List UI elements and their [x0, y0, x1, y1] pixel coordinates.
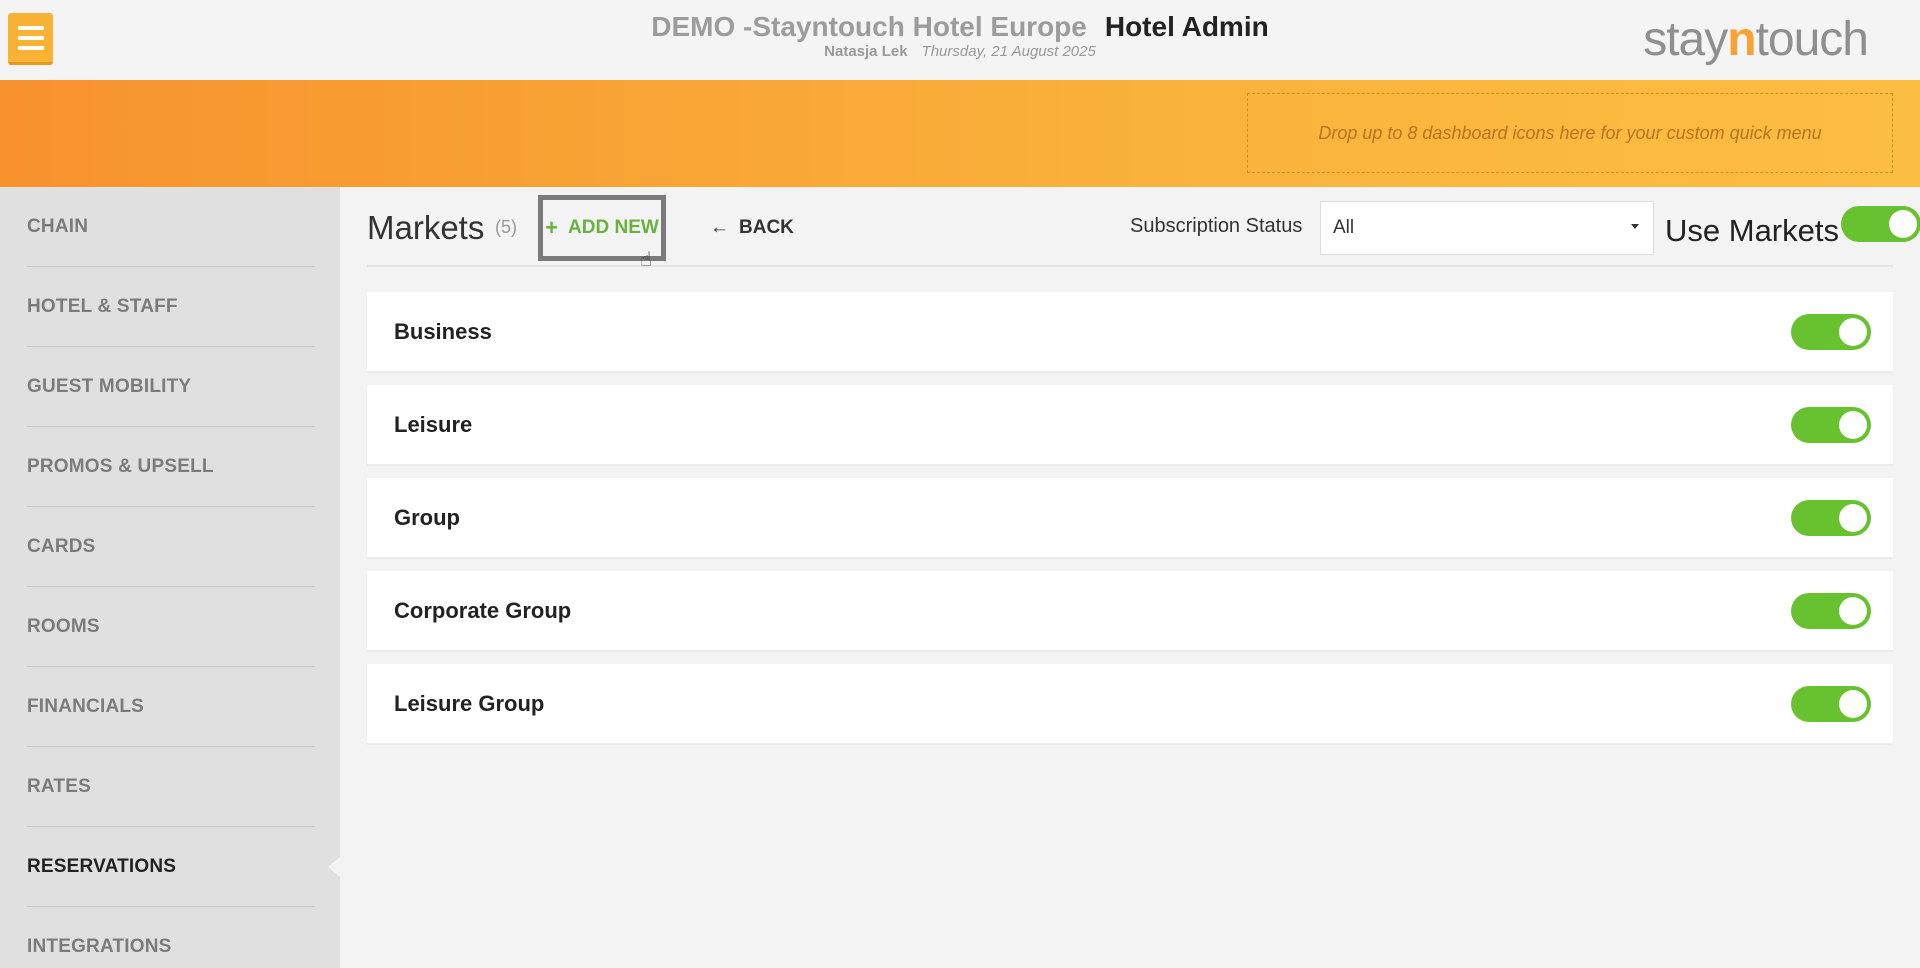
market-toggle[interactable]: [1791, 314, 1871, 350]
page-title: Markets: [367, 209, 485, 246]
sidebar-item-reservations[interactable]: RESERVATIONS: [27, 827, 340, 907]
toggle-knob: [1889, 210, 1917, 238]
markets-toolbar: Markets (5) + ADD NEW ☝ ← BACK Subscriptio…: [367, 187, 1920, 271]
sidebar-item-promos-upsell[interactable]: PROMOS & UPSELL: [27, 427, 315, 507]
sidebar-item-rates[interactable]: RATES: [27, 747, 315, 827]
back-label: BACK: [739, 217, 794, 238]
subscription-status-label: Subscription Status: [1130, 215, 1303, 237]
market-name: Corporate Group: [394, 598, 572, 623]
toggle-knob: [1839, 318, 1867, 346]
add-new-label: ADD NEW: [568, 217, 659, 238]
hand-cursor-icon: ☝: [640, 249, 653, 271]
subscription-status-select[interactable]: All: [1320, 201, 1654, 255]
sidebar-item-integrations[interactable]: INTEGRATIONS: [27, 907, 315, 968]
caret-down-icon: [1631, 224, 1639, 229]
market-name: Leisure Group: [394, 691, 545, 716]
header-subtitle: Natasja Lek Thursday, 21 August 2025: [0, 43, 1920, 61]
quick-menu-dropzone[interactable]: Drop up to 8 dashboard icons here for yo…: [1247, 93, 1893, 173]
plus-icon: +: [545, 215, 559, 240]
market-name: Group: [394, 505, 460, 530]
sidebar: CHAIN HOTEL & STAFF GUEST MOBILITY PROMO…: [0, 187, 340, 968]
market-toggle[interactable]: [1791, 593, 1871, 629]
toggle-knob: [1839, 597, 1867, 625]
current-date: Thursday, 21 August 2025: [921, 43, 1096, 60]
market-row[interactable]: Leisure Group: [367, 664, 1893, 744]
app-name: Hotel Admin: [1104, 11, 1269, 42]
main-content: Markets (5) + ADD NEW ☝ ← BACK Subscriptio…: [340, 187, 1920, 968]
markets-count: (5): [495, 217, 517, 237]
market-name: Business: [394, 319, 492, 344]
market-row[interactable]: Business: [367, 292, 1893, 372]
app-header: DEMO -Stayntouch Hotel Europe Hotel Admin…: [0, 0, 1920, 80]
use-markets-label: Use Markets: [1665, 213, 1839, 248]
sidebar-item-hotel-staff[interactable]: HOTEL & STAFF: [27, 267, 315, 347]
markets-list: Business Leisure Group Corporate Group L…: [367, 292, 1893, 757]
sidebar-item-cards[interactable]: CARDS: [27, 507, 315, 587]
sidebar-item-chain[interactable]: CHAIN: [27, 187, 315, 267]
toggle-knob: [1839, 504, 1867, 532]
market-toggle[interactable]: [1791, 500, 1871, 536]
use-markets-toggle[interactable]: [1841, 206, 1920, 242]
market-toggle[interactable]: [1791, 686, 1871, 722]
market-name: Leisure: [394, 412, 473, 437]
market-row[interactable]: Group: [367, 478, 1893, 558]
subscription-status-value: All: [1333, 217, 1355, 238]
arrow-left-icon: ←: [710, 217, 729, 238]
header-center: DEMO -Stayntouch Hotel Europe Hotel Admin…: [0, 10, 1920, 61]
toggle-knob: [1839, 690, 1867, 718]
sidebar-item-financials[interactable]: FINANCIALS: [27, 667, 315, 747]
quick-menu-band: Drop up to 8 dashboard icons here for yo…: [0, 80, 1920, 187]
sidebar-item-guest-mobility[interactable]: GUEST MOBILITY: [27, 347, 315, 427]
stayntouch-logo: stayntouch: [1643, 13, 1869, 66]
sidebar-item-rooms[interactable]: ROOMS: [27, 587, 315, 667]
user-name: Natasja Lek: [824, 43, 908, 60]
hotel-name: DEMO -Stayntouch Hotel Europe: [651, 11, 1087, 42]
market-row[interactable]: Corporate Group: [367, 571, 1893, 651]
header-title: DEMO -Stayntouch Hotel Europe Hotel Admin: [0, 10, 1920, 44]
market-row[interactable]: Leisure: [367, 385, 1893, 465]
back-button[interactable]: ← BACK: [710, 217, 794, 239]
toggle-knob: [1839, 411, 1867, 439]
market-toggle[interactable]: [1791, 407, 1871, 443]
